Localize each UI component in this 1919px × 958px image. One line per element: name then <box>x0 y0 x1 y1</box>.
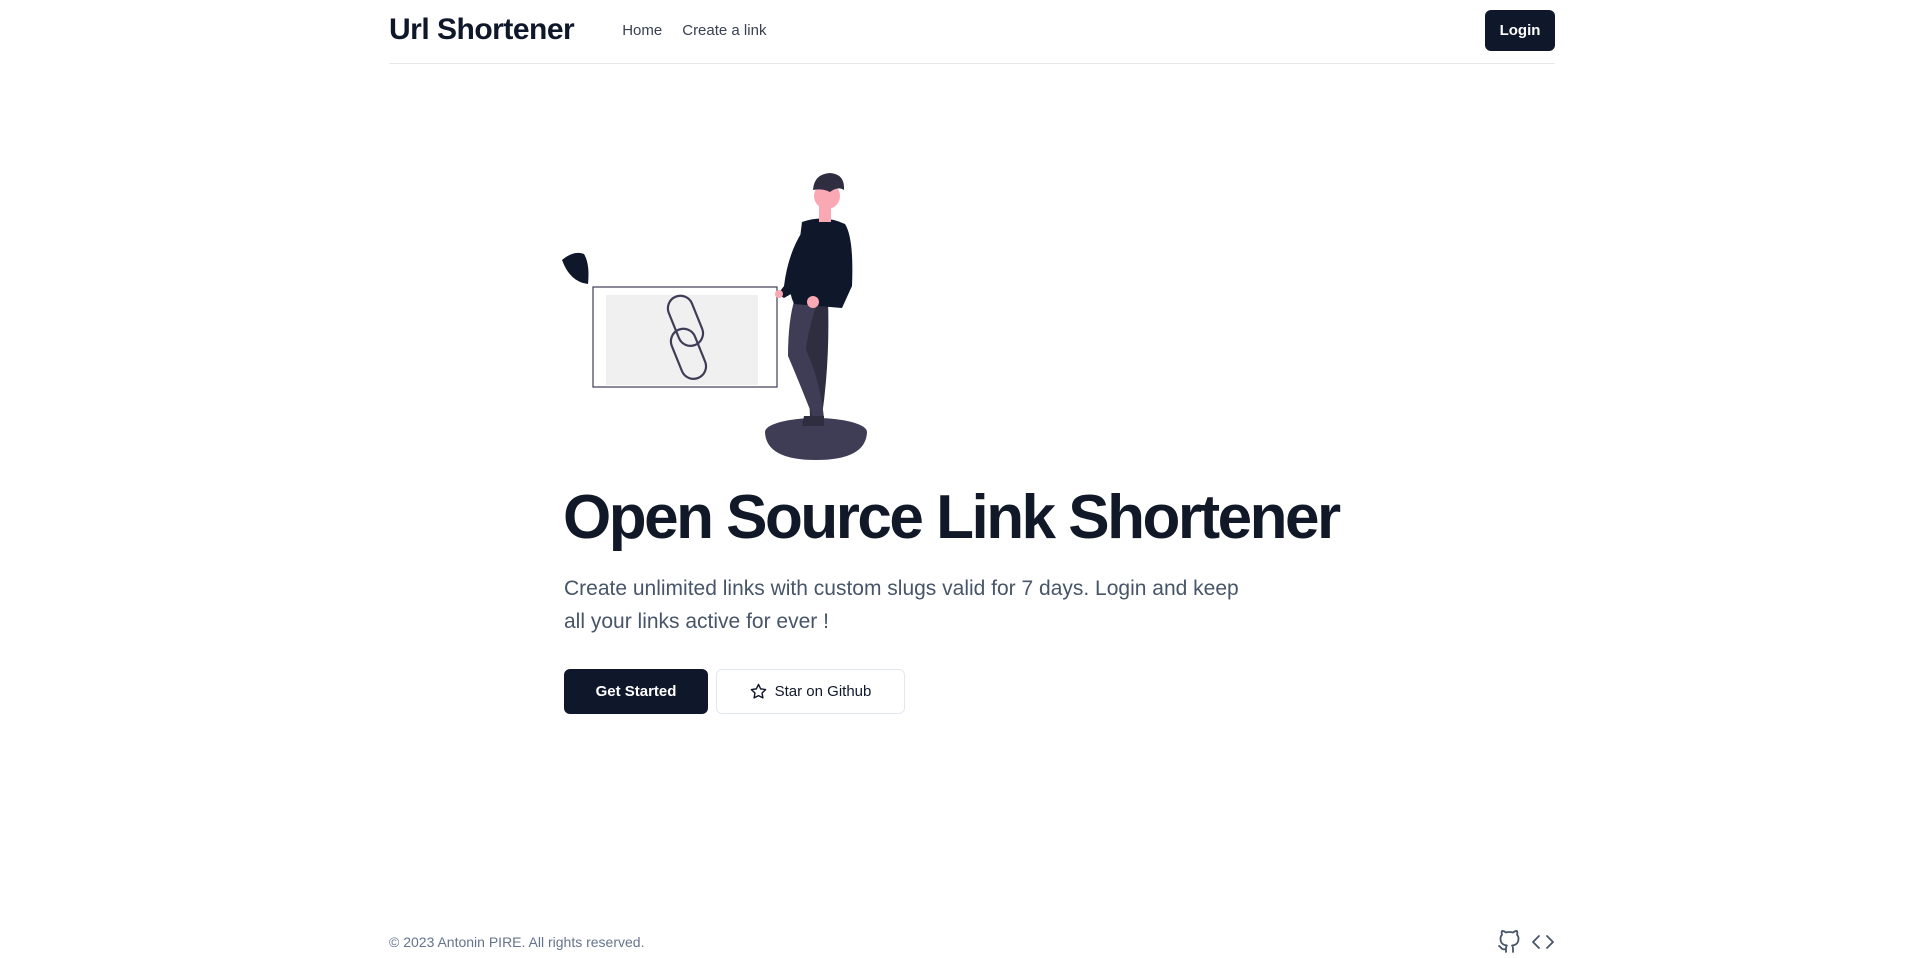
main-nav: Home Create a link <box>622 22 766 39</box>
nav-home[interactable]: Home <box>622 22 662 39</box>
hero-description: Create unlimited links with custom slugs… <box>564 577 1239 633</box>
code-icon <box>1532 935 1554 949</box>
brand-logo[interactable]: Url Shortener <box>389 13 575 47</box>
github-icon <box>1498 930 1520 953</box>
github-link[interactable] <box>1497 930 1521 954</box>
star-icon <box>750 683 766 699</box>
cta-row: Get Started Star on Github <box>564 669 905 714</box>
hero-title: Open Source Link Shortener <box>563 483 1341 552</box>
star-button-label: Star on Github <box>774 683 872 700</box>
source-code-link[interactable] <box>1531 930 1555 954</box>
star-on-github-button[interactable]: Star on Github <box>716 669 905 714</box>
copyright-text: © 2023 Antonin PIRE. All rights reserved… <box>389 934 645 950</box>
site-header: Url Shortener Home Create a link Login <box>389 0 1555 64</box>
leaf-shape <box>562 252 589 284</box>
hero-illustration <box>562 173 867 460</box>
nav-create-link[interactable]: Create a link <box>682 22 766 39</box>
login-button[interactable]: Login <box>1485 10 1555 51</box>
site-footer: © 2023 Antonin PIRE. All rights reserved… <box>389 930 1555 954</box>
footer-icons <box>1497 930 1555 954</box>
get-started-button[interactable]: Get Started <box>564 669 708 714</box>
